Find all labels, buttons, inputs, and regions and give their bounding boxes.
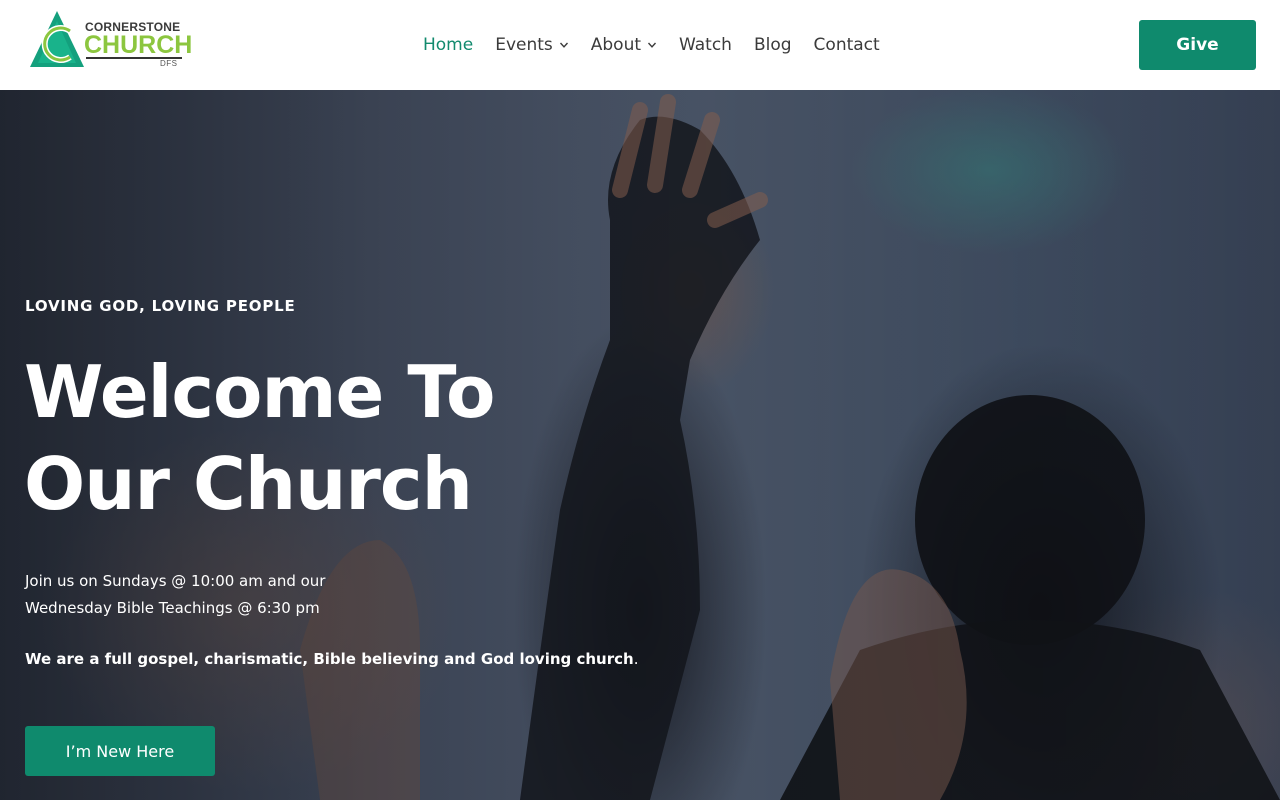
hero-statement-bold: We are a full gospel, charismatic, Bible…: [25, 650, 634, 668]
main-nav: Home Events About Watch Blog Contact: [423, 0, 880, 90]
nav-item-label: Home: [423, 35, 474, 55]
nav-item-blog[interactable]: Blog: [754, 35, 792, 55]
church-logo[interactable]: CORNERSTONE CHURCH DFS: [30, 11, 193, 71]
logo-text-main: CHURCH: [84, 31, 193, 59]
nav-item-contact[interactable]: Contact: [814, 35, 880, 55]
site-header: CORNERSTONE CHURCH DFS Home Events About…: [0, 0, 1280, 90]
nav-item-label: Events: [495, 35, 553, 55]
nav-item-events[interactable]: Events: [495, 35, 569, 55]
im-new-here-button[interactable]: I’m New Here: [25, 726, 215, 776]
give-button[interactable]: Give: [1139, 20, 1256, 70]
hero-statement-tail: .: [633, 650, 639, 668]
nav-item-watch[interactable]: Watch: [679, 35, 732, 55]
chevron-down-icon: [559, 42, 568, 48]
nav-item-home[interactable]: Home: [423, 35, 473, 55]
logo-mark-icon: [30, 11, 84, 67]
hero-title-line: Welcome To: [24, 350, 495, 434]
chevron-down-icon: [648, 42, 657, 48]
hero-section: LOVING GOD, LOVING PEOPLE Welcome To Our…: [0, 90, 1280, 800]
logo-text-sub: DFS: [160, 59, 178, 68]
nav-item-label: Contact: [813, 35, 880, 55]
hero-title: Welcome To Our Church: [24, 346, 544, 530]
hero-schedule-line: Join us on Sundays @ 10:00 am and our: [25, 572, 326, 590]
nav-item-label: About: [590, 35, 642, 55]
hero-statement: We are a full gospel, charismatic, Bible…: [25, 650, 725, 668]
nav-item-label: Watch: [679, 35, 732, 55]
nav-item-label: Blog: [753, 35, 792, 55]
nav-item-about[interactable]: About: [591, 35, 657, 55]
hero-schedule: Join us on Sundays @ 10:00 am and our We…: [25, 568, 445, 622]
hero-kicker: LOVING GOD, LOVING PEOPLE: [25, 297, 296, 315]
hero-title-line: Our Church: [24, 442, 473, 526]
hero-schedule-line: Wednesday Bible Teachings @ 6:30 pm: [25, 599, 320, 617]
